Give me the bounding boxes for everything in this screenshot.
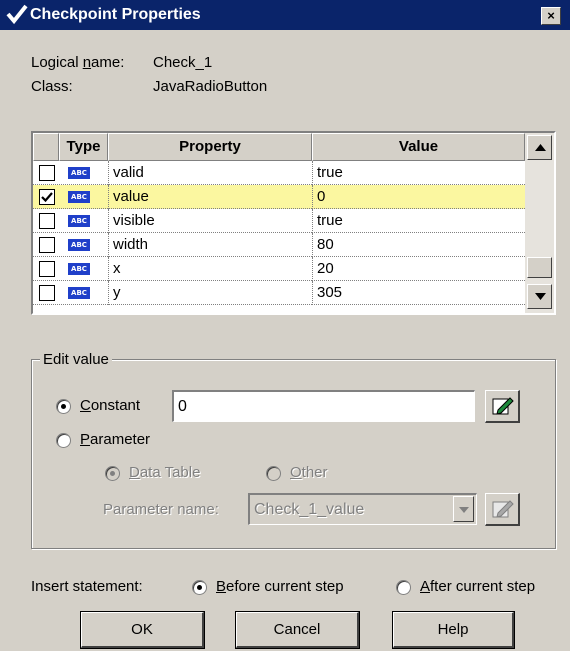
- header-check-column[interactable]: [33, 133, 59, 161]
- other-radio[interactable]: [266, 466, 281, 481]
- class-value: JavaRadioButton: [153, 78, 268, 95]
- string-type-icon: ABC: [68, 287, 90, 299]
- grid-row-x[interactable]: ABC x 20: [33, 257, 525, 281]
- before-current-step-label: Before current step: [216, 578, 344, 595]
- property-cell: visible: [108, 209, 312, 233]
- after-current-step-radio[interactable]: [396, 580, 411, 595]
- before-current-step-radio[interactable]: [192, 580, 207, 595]
- edit-value-label: Edit value: [40, 351, 112, 368]
- header-value[interactable]: Value: [312, 133, 525, 161]
- checkmark-icon: [6, 4, 28, 25]
- parameter-edit-button[interactable]: [485, 493, 520, 526]
- parameter-radio[interactable]: [56, 433, 71, 448]
- row-checkbox[interactable]: [39, 261, 55, 277]
- cancel-button[interactable]: Cancel: [236, 612, 359, 648]
- row-checkbox-checked[interactable]: [39, 189, 55, 205]
- checkmark-icon: [41, 192, 53, 203]
- scroll-thumb[interactable]: [527, 257, 552, 278]
- property-cell: width: [108, 233, 312, 257]
- string-type-icon: ABC: [68, 215, 90, 227]
- row-checkbox[interactable]: [39, 237, 55, 253]
- constant-value-input[interactable]: [172, 390, 475, 422]
- string-type-icon: ABC: [68, 191, 90, 203]
- parameter-name-label: Parameter name:: [103, 501, 219, 518]
- constant-label: Constant: [80, 397, 141, 414]
- arrow-down-icon: [535, 293, 546, 300]
- property-cell: y: [108, 281, 312, 305]
- constant-edit-button[interactable]: [485, 390, 520, 423]
- vertical-scrollbar[interactable]: [525, 133, 554, 313]
- row-checkbox[interactable]: [39, 213, 55, 229]
- window-title: Checkpoint Properties: [30, 6, 201, 23]
- header-type[interactable]: Type: [59, 133, 108, 161]
- close-icon: ×: [547, 8, 555, 23]
- row-checkbox[interactable]: [39, 285, 55, 301]
- string-type-icon: ABC: [68, 263, 90, 275]
- value-cell: 20: [312, 257, 525, 281]
- edit-pencil-icon: [492, 500, 514, 518]
- insert-statement-label: Insert statement:: [31, 578, 143, 595]
- chevron-down-icon: [459, 507, 469, 513]
- parameter-name-select[interactable]: Check_1_value: [248, 493, 477, 525]
- property-cell: valid: [108, 161, 312, 185]
- scroll-down-button[interactable]: [527, 284, 552, 309]
- grid-row-value-selected[interactable]: ABC value 0: [33, 185, 525, 209]
- grid-row-width[interactable]: ABC width 80: [33, 233, 525, 257]
- property-cell: value: [108, 185, 312, 209]
- data-table-radio[interactable]: [105, 466, 120, 481]
- parameter-dropdown-button[interactable]: [453, 496, 474, 522]
- grid-row-valid[interactable]: ABC valid true: [33, 161, 525, 185]
- help-button[interactable]: Help: [393, 612, 514, 648]
- ok-button[interactable]: OK: [81, 612, 204, 648]
- other-label: Other: [290, 464, 328, 481]
- parameter-label: Parameter: [80, 431, 151, 448]
- property-grid[interactable]: Type Property Value ABC valid true ABC v…: [31, 131, 556, 315]
- grid-row-y[interactable]: ABC y 305: [33, 281, 525, 305]
- arrow-up-icon: [535, 144, 546, 151]
- close-button[interactable]: ×: [541, 7, 561, 25]
- scroll-up-button[interactable]: [527, 135, 552, 160]
- value-cell: 80: [312, 233, 525, 257]
- data-table-label: Data Table: [129, 464, 201, 481]
- title-bar: Checkpoint Properties ×: [0, 0, 570, 30]
- edit-pencil-icon: [492, 397, 514, 415]
- after-current-step-label: After current step: [420, 578, 536, 595]
- header-property[interactable]: Property: [108, 133, 312, 161]
- string-type-icon: ABC: [68, 167, 90, 179]
- value-cell: 305: [312, 281, 525, 305]
- grid-header: Type Property Value: [33, 133, 525, 161]
- value-cell: true: [312, 209, 525, 233]
- grid-row-visible[interactable]: ABC visible true: [33, 209, 525, 233]
- logical-name-value: Check_1: [153, 54, 213, 71]
- logical-name-label: Logical name:: [31, 54, 125, 71]
- property-cell: x: [108, 257, 312, 281]
- value-cell: 0: [312, 185, 525, 209]
- string-type-icon: ABC: [68, 239, 90, 251]
- constant-radio[interactable]: [56, 399, 71, 414]
- row-checkbox[interactable]: [39, 165, 55, 181]
- value-cell: true: [312, 161, 525, 185]
- class-label: Class:: [31, 78, 73, 95]
